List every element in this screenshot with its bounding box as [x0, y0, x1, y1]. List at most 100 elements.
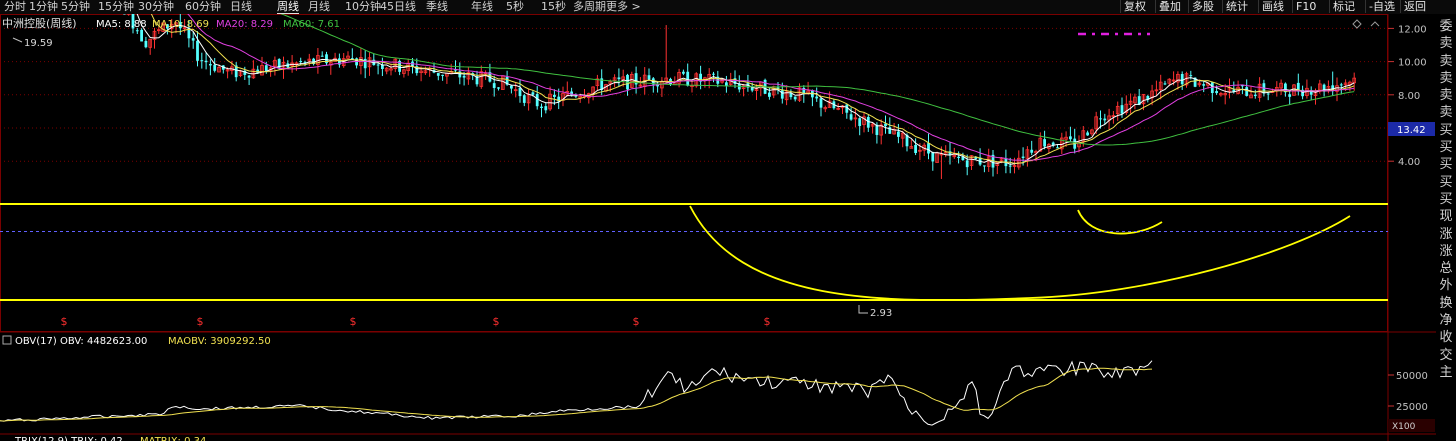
low-label: 2.93: [870, 308, 892, 319]
side-item-17[interactable]: 净: [1436, 312, 1456, 329]
y-tick-label-7: 4.00: [1398, 157, 1420, 168]
period-tab-4[interactable]: 30分钟: [138, 0, 174, 13]
candle-body-126: [544, 106, 548, 111]
side-item-8[interactable]: 买: [1436, 156, 1456, 173]
obv-unit-label: X100: [1392, 422, 1416, 432]
tool-button-0[interactable]: 复权: [1120, 0, 1149, 13]
candle-body-33: [144, 40, 148, 48]
side-item-1[interactable]: 卖: [1436, 35, 1456, 52]
tool-button-2[interactable]: 多股: [1188, 0, 1217, 13]
period-tab-0[interactable]: 分时: [4, 0, 26, 13]
candle-body-212: [914, 144, 917, 154]
candle-body-120: [518, 87, 522, 97]
cup-arc-large: [689, 205, 1351, 302]
ma-legend-0: MA5: 8.88: [96, 19, 147, 30]
candle-body-107: [462, 75, 466, 78]
side-item-14[interactable]: 总: [1436, 260, 1456, 277]
candle-body-143: [617, 77, 621, 80]
candle-body-115: [497, 87, 500, 89]
period-tab-15[interactable]: 多周期: [573, 0, 606, 13]
tool-button-7[interactable]: -自选: [1365, 0, 1398, 13]
obv-panel-icon: [2, 335, 12, 345]
candle-body-31: [135, 30, 139, 32]
candle-body-57: [247, 75, 251, 78]
side-item-12[interactable]: 涨: [1436, 226, 1456, 243]
ma-line-60: [280, 14, 1355, 146]
candle-body-181: [780, 90, 784, 99]
y-tick-label-5: 8.00: [1398, 91, 1420, 102]
tool-button-3[interactable]: 统计: [1222, 0, 1251, 13]
dividend-marker-4: $: [633, 315, 640, 328]
candle-body-69: [299, 61, 303, 63]
candle-body-165: [712, 73, 715, 75]
candle-body-49: [213, 64, 217, 71]
candle-body-291: [1253, 94, 1257, 97]
tool-button-8[interactable]: 返回: [1400, 0, 1429, 13]
candle-body-121: [522, 95, 526, 103]
candle-body-242: [1043, 139, 1046, 147]
candle-body-48: [209, 64, 212, 66]
candle-body-189: [815, 96, 819, 99]
tool-button-1[interactable]: 叠加: [1155, 0, 1184, 13]
candle-body-228: [983, 165, 986, 167]
side-item-20[interactable]: 主: [1436, 364, 1456, 381]
period-tab-6[interactable]: 日线: [230, 0, 252, 13]
candle-body-248: [1069, 136, 1072, 140]
side-item-15[interactable]: 外: [1436, 277, 1456, 294]
period-tab-14[interactable]: 15秒: [541, 0, 566, 13]
side-item-2[interactable]: 卖: [1436, 53, 1456, 70]
period-tab-8[interactable]: 月线: [308, 0, 330, 13]
side-item-5[interactable]: 卖: [1436, 104, 1456, 121]
side-item-0[interactable]: 委: [1436, 18, 1456, 35]
period-tab-11[interactable]: 季线: [426, 0, 448, 13]
candle-body-45: [196, 40, 199, 61]
candle-body-234: [1008, 165, 1012, 167]
tool-button-4[interactable]: 画线: [1258, 0, 1287, 13]
side-item-7[interactable]: 买: [1436, 139, 1456, 156]
period-tab-3[interactable]: 15分钟: [98, 0, 134, 13]
period-tab-1[interactable]: 1分钟: [29, 0, 58, 13]
candle-body-224: [965, 160, 969, 168]
side-item-13[interactable]: 涨: [1436, 243, 1456, 260]
period-tab-10[interactable]: 45日线: [380, 0, 416, 13]
period-tab-2[interactable]: 5分钟: [61, 0, 90, 13]
side-item-6[interactable]: 买: [1436, 122, 1456, 139]
period-toolbar: 分时 1分钟 5分钟 15分钟 30分钟 60分钟 日线 周线 月线 10分钟 45日线 季线 年线 5秒…: [0, 0, 1456, 15]
period-tab-13[interactable]: 5秒: [506, 0, 524, 13]
candle-body-279: [1202, 84, 1206, 86]
side-item-3[interactable]: 卖: [1436, 70, 1456, 87]
cup-arc-small: [1077, 209, 1163, 235]
side-item-10[interactable]: 买: [1436, 191, 1456, 208]
side-item-4[interactable]: 卖: [1436, 87, 1456, 104]
collapse-chevron-icon: [1370, 21, 1380, 27]
candle-body-239: [1030, 149, 1034, 153]
candle-body-125: [540, 106, 543, 109]
side-item-9[interactable]: 买: [1436, 174, 1456, 191]
high-pointer: [12, 37, 23, 43]
candle-body-201: [866, 116, 870, 128]
period-tab-16[interactable]: 更多 >: [606, 0, 641, 13]
candle-body-215: [927, 143, 930, 154]
side-item-18[interactable]: 收: [1436, 329, 1456, 346]
side-item-16[interactable]: 换: [1436, 295, 1456, 312]
side-item-19[interactable]: 交: [1436, 347, 1456, 364]
period-tab-12[interactable]: 年线: [471, 0, 493, 13]
candle-body-124: [535, 94, 539, 107]
candle-body-118: [510, 85, 513, 89]
period-tab-5[interactable]: 60分钟: [185, 0, 221, 13]
period-tab-7[interactable]: 周线: [277, 0, 299, 15]
tool-button-5[interactable]: F10: [1292, 0, 1319, 13]
tool-button-6[interactable]: 标记: [1329, 0, 1358, 13]
period-tab-9[interactable]: 10分钟: [345, 0, 381, 13]
side-item-11[interactable]: 现: [1436, 208, 1456, 225]
high-label: 19.59: [24, 38, 53, 49]
candle-body-222: [957, 156, 960, 158]
candle-body-123: [531, 92, 535, 95]
obv-line: [0, 360, 1153, 426]
dividend-marker-1: $: [197, 315, 204, 328]
dividend-marker-0: $: [61, 315, 68, 328]
ma-legend-1: MA10: 8.69: [152, 19, 209, 30]
candle-body-101: [436, 73, 440, 76]
candle-body-178: [768, 92, 771, 97]
current-price-label: 13.42: [1397, 125, 1426, 136]
